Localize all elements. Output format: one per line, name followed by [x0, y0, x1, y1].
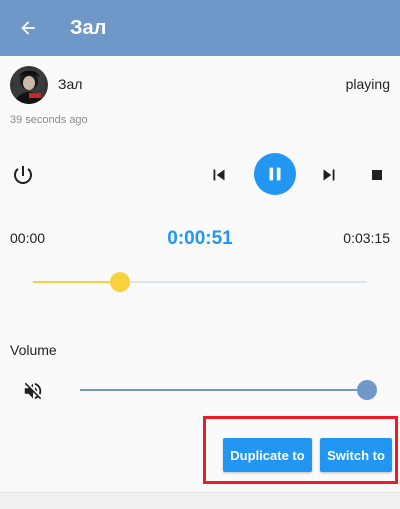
next-track-button[interactable]: [314, 160, 344, 190]
volume-label: Volume: [10, 342, 57, 358]
page-title: Зал: [70, 16, 107, 39]
power-button[interactable]: [8, 160, 38, 190]
power-icon: [14, 166, 32, 184]
mute-button[interactable]: [18, 376, 48, 406]
arrow-left-icon: [21, 21, 35, 35]
previous-track-button[interactable]: [204, 160, 234, 190]
volume-slider-thumb[interactable]: [357, 380, 377, 400]
next-card-edge: [0, 493, 400, 509]
device-name: Зал: [58, 76, 83, 92]
skip-previous-icon: [213, 169, 225, 181]
playback-status: playing: [345, 76, 390, 92]
app-bar: Зал: [0, 0, 400, 56]
volume-slider-fill: [80, 389, 367, 391]
seek-slider-fill: [33, 281, 121, 283]
pause-icon: [269, 167, 281, 181]
total-time-label: 0:03:15: [343, 230, 390, 246]
back-button[interactable]: [0, 0, 56, 56]
skip-next-icon: [323, 169, 335, 181]
stop-button[interactable]: [362, 160, 392, 190]
last-seen-time: 39 seconds ago: [10, 114, 88, 126]
album-art-avatar: [10, 66, 48, 104]
duplicate-to-button[interactable]: Duplicate to: [223, 438, 312, 472]
volume-off-icon: [24, 382, 42, 400]
switch-to-button[interactable]: Switch to: [320, 438, 392, 472]
seek-slider-track[interactable]: [33, 281, 367, 283]
current-time-label: 0:00:51: [167, 228, 233, 249]
device-avatar: [10, 66, 48, 104]
stop-icon: [372, 170, 382, 180]
play-pause-button[interactable]: [254, 153, 296, 195]
volume-slider-track[interactable]: [80, 389, 367, 391]
